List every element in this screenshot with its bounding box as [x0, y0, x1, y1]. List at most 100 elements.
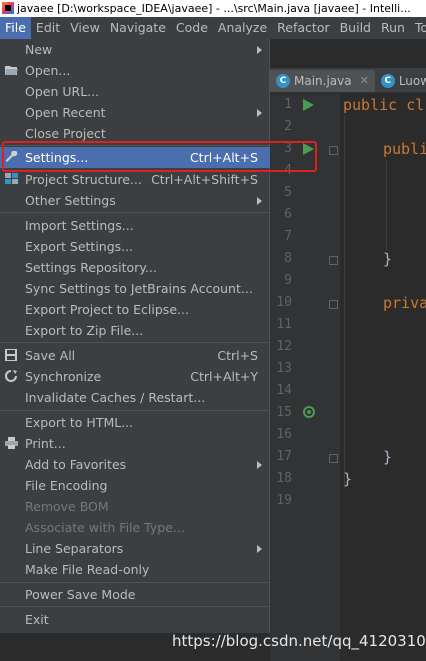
menu-item-label: Sync Settings to JetBrains Account... — [25, 281, 253, 296]
close-icon[interactable]: ✕ — [360, 74, 369, 87]
menu-item-label: Invalidate Caches / Restart... — [25, 390, 206, 405]
code-line-18[interactable]: } — [343, 468, 352, 490]
fold-icon[interactable] — [329, 146, 338, 155]
menu-item-label: File Encoding — [25, 478, 108, 493]
intellij-app-icon — [2, 2, 14, 14]
menu-item-open[interactable]: Open... — [0, 60, 270, 81]
menu-item-print[interactable]: Print... — [0, 433, 270, 454]
line-number: 11 — [276, 317, 292, 332]
menu-item-file-encoding[interactable]: File Encoding — [0, 475, 270, 496]
menu-separator — [0, 410, 270, 411]
window-title: javaee [D:\workspace_IDEA\javaee] - ...\… — [17, 2, 411, 15]
tab-label: Main.java — [294, 73, 352, 88]
menu-analyze[interactable]: Analyze — [213, 17, 272, 39]
menu-build[interactable]: Build — [335, 17, 376, 39]
menu-item-make-readonly[interactable]: Make File Read-only — [0, 559, 270, 580]
tab-label: Luow — [398, 73, 426, 88]
menu-item-label: Other Settings — [25, 193, 116, 208]
code-line-17[interactable]: } — [383, 446, 392, 468]
indent-guide — [344, 116, 345, 486]
folder-open-icon — [5, 66, 18, 75]
menu-separator — [0, 582, 270, 583]
line-number: 1 — [284, 97, 292, 112]
submenu-arrow-icon — [257, 461, 262, 469]
menu-item-export-zip[interactable]: Export to Zip File... — [0, 320, 270, 341]
refresh-icon — [5, 370, 17, 382]
menu-edit[interactable]: Edit — [31, 17, 65, 39]
line-number: 15 — [276, 405, 292, 420]
menu-file[interactable]: File — [0, 17, 31, 39]
menu-item-shortcut: Ctrl+Alt+Y — [190, 369, 258, 384]
project-structure-icon — [5, 173, 18, 184]
annotation-highlight-box — [2, 141, 317, 172]
submenu-arrow-icon — [257, 109, 262, 117]
menu-refactor[interactable]: Refactor — [272, 17, 334, 39]
menu-navigate[interactable]: Navigate — [105, 17, 171, 39]
class-icon: C — [380, 73, 395, 88]
line-number: 6 — [284, 207, 292, 222]
menu-item-save-all[interactable]: Save All Ctrl+S — [0, 345, 270, 366]
menu-item-associate-file-type: Associate with File Type... — [0, 517, 270, 538]
menu-item-label: Exit — [25, 612, 49, 627]
menu-item-synchronize[interactable]: Synchronize Ctrl+Alt+Y — [0, 366, 270, 387]
menu-code[interactable]: Code — [171, 17, 213, 39]
menu-item-export-settings[interactable]: Export Settings... — [0, 236, 270, 257]
save-icon — [5, 349, 17, 361]
menu-item-sync-settings[interactable]: Sync Settings to JetBrains Account... — [0, 278, 270, 299]
menu-item-label: Export Project to Eclipse... — [25, 302, 189, 317]
menu-item-exit[interactable]: Exit — [0, 609, 270, 630]
menu-item-export-eclipse[interactable]: Export Project to Eclipse... — [0, 299, 270, 320]
menu-item-label: Synchronize — [25, 369, 102, 384]
menu-item-label: Remove BOM — [25, 499, 109, 514]
menu-item-invalidate-caches[interactable]: Invalidate Caches / Restart... — [0, 387, 270, 408]
class-icon: C — [276, 73, 290, 88]
menu-item-project-structure[interactable]: Project Structure... Ctrl+Alt+Shift+S — [0, 169, 270, 190]
menu-view[interactable]: View — [65, 17, 105, 39]
fold-icon[interactable] — [329, 300, 338, 309]
menu-item-label: Project Structure... — [25, 172, 142, 187]
tab-luow[interactable]: C Luow — [375, 68, 426, 92]
printer-icon — [5, 437, 18, 449]
run-icon[interactable] — [303, 99, 314, 111]
line-number: 19 — [276, 493, 292, 508]
line-number: 7 — [284, 229, 292, 244]
menu-item-power-save[interactable]: Power Save Mode — [0, 584, 270, 605]
indent-guide — [386, 160, 387, 250]
code-line-1[interactable]: public cl — [343, 94, 424, 116]
menu-item-shortcut: Ctrl+Alt+Shift+S — [151, 172, 258, 187]
code-line-10[interactable]: priva — [383, 292, 426, 314]
menu-run[interactable]: Run — [376, 17, 410, 39]
menu-item-add-favorites[interactable]: Add to Favorites — [0, 454, 270, 475]
menu-item-label: Line Separators — [25, 541, 124, 556]
line-number: 17 — [276, 449, 292, 464]
code-line-8[interactable]: } — [383, 248, 392, 270]
menu-item-line-separators[interactable]: Line Separators — [0, 538, 270, 559]
fold-icon[interactable] — [329, 454, 338, 463]
menu-item-label: Save All — [25, 348, 76, 363]
menu-item-label: Import Settings... — [25, 218, 134, 233]
line-number: 8 — [284, 251, 292, 266]
line-number: 14 — [276, 383, 292, 398]
debug-marker-icon[interactable] — [303, 406, 315, 418]
submenu-arrow-icon — [257, 545, 262, 553]
menu-item-open-recent[interactable]: Open Recent — [0, 102, 270, 123]
window-title-bar: javaee [D:\workspace_IDEA\javaee] - ...\… — [0, 0, 426, 17]
menu-item-label: Open... — [25, 63, 71, 78]
code-line-3[interactable]: publi — [383, 138, 426, 160]
menu-item-label: Make File Read-only — [25, 562, 150, 577]
tab-main-java[interactable]: C Main.java ✕ — [270, 69, 375, 92]
menu-tools[interactable]: To — [410, 17, 426, 39]
watermark-text: https://blog.csdn.net/qq_41203107 — [172, 632, 426, 650]
menu-item-settings-repository[interactable]: Settings Repository... — [0, 257, 270, 278]
line-number: 10 — [276, 295, 292, 310]
submenu-arrow-icon — [257, 46, 262, 54]
menu-item-other-settings[interactable]: Other Settings — [0, 190, 270, 211]
menu-item-new[interactable]: New — [0, 39, 270, 60]
menu-item-label: Open URL... — [25, 84, 100, 99]
fold-icon[interactable] — [329, 256, 338, 265]
menu-item-label: Print... — [25, 436, 66, 451]
menu-item-import-settings[interactable]: Import Settings... — [0, 215, 270, 236]
menu-item-export-html[interactable]: Export to HTML... — [0, 412, 270, 433]
menu-separator — [0, 606, 270, 607]
menu-item-open-url[interactable]: Open URL... — [0, 81, 270, 102]
